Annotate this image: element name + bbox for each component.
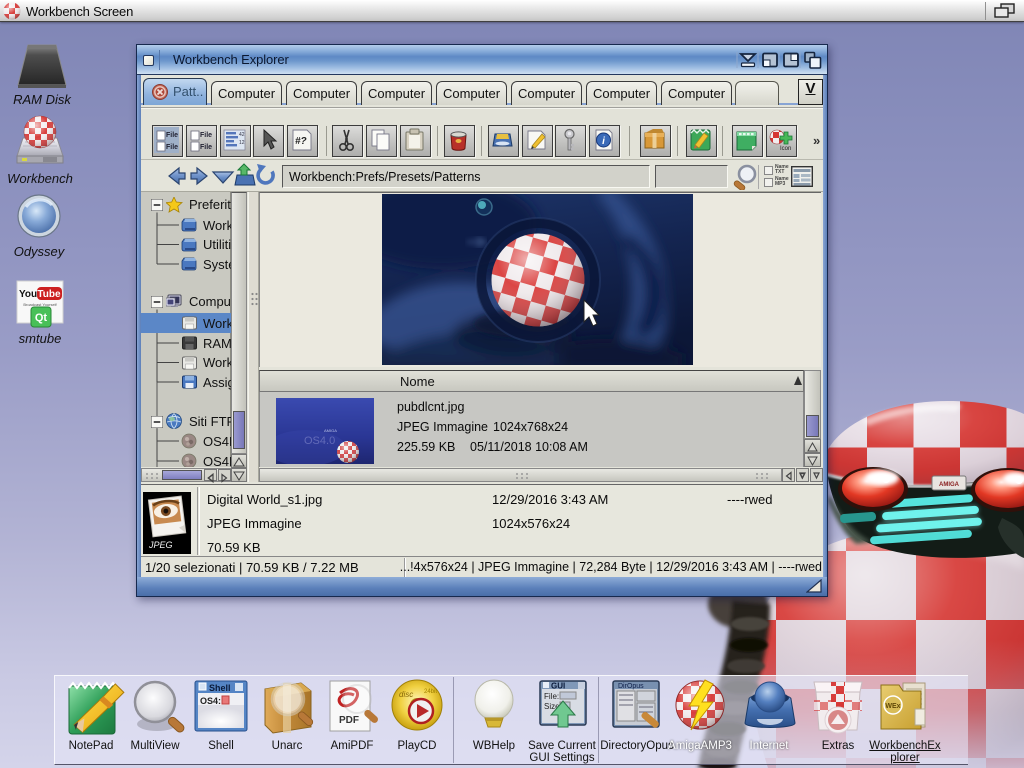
svg-text:42: 42 bbox=[239, 132, 245, 138]
svg-text:File: File bbox=[166, 132, 178, 139]
svg-text:File: File bbox=[200, 144, 212, 151]
svg-text:JPEG: JPEG bbox=[148, 540, 173, 550]
svg-text:OS4:: OS4: bbox=[200, 696, 221, 706]
svg-text:i: i bbox=[602, 136, 605, 147]
svg-text:File: File bbox=[166, 144, 178, 151]
svg-text:12: 12 bbox=[239, 140, 245, 146]
svg-text:AMIGA: AMIGA bbox=[939, 482, 960, 488]
svg-text:File: File bbox=[200, 132, 212, 139]
svg-text:Icon: Icon bbox=[780, 146, 791, 152]
svg-text:You: You bbox=[19, 289, 37, 300]
svg-text:File:: File: bbox=[544, 692, 559, 701]
svg-text:PDF: PDF bbox=[339, 715, 359, 726]
svg-text:Broadcast Yourself: Broadcast Yourself bbox=[23, 302, 57, 307]
svg-text:disc: disc bbox=[399, 690, 413, 699]
svg-text:AMIGA: AMIGA bbox=[324, 428, 337, 433]
svg-text:Shell: Shell bbox=[209, 683, 231, 693]
svg-text:WEx: WEx bbox=[885, 703, 900, 710]
svg-text:#?: #? bbox=[295, 136, 307, 147]
svg-text:Tube: Tube bbox=[37, 289, 61, 300]
svg-text:Qt: Qt bbox=[35, 312, 48, 324]
svg-text:OS4.0: OS4.0 bbox=[304, 435, 335, 447]
svg-text:GUI: GUI bbox=[551, 682, 565, 691]
svg-text:DirOpus: DirOpus bbox=[618, 683, 644, 690]
svg-text:24bit: 24bit bbox=[424, 689, 437, 695]
